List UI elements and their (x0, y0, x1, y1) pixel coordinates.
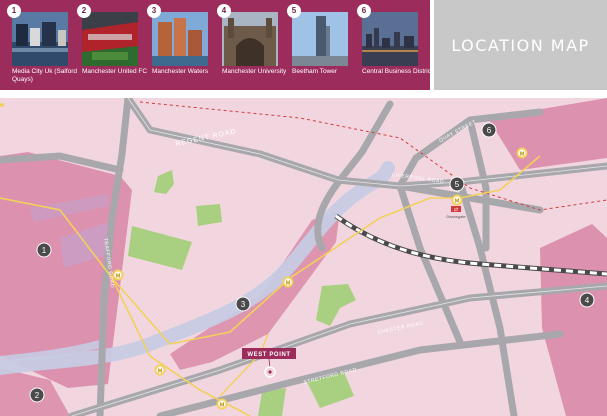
tram-stop-icon: M (112, 269, 124, 281)
tram-stop-icon: M (154, 364, 166, 376)
map-marker-4[interactable]: 4 (579, 292, 595, 308)
title-panel: LOCATION MAP (434, 0, 607, 90)
location-caption: Manchester University (222, 68, 287, 75)
location-strip: 1 Media City Uk (Salford Quays) 2 Manche… (0, 0, 433, 90)
map-marker-2[interactable]: 2 (29, 387, 45, 403)
west-point-label: WEST POINT (247, 352, 290, 358)
location-caption: Media City Uk (Salford Quays) (12, 68, 78, 83)
rail-station-glyph: ⇄ (454, 207, 458, 213)
tram-stop-glyph: M (158, 369, 163, 375)
tram-stop-glyph: M (455, 199, 460, 205)
location-caption: Manchester Waters (152, 68, 209, 75)
map-marker-number: 6 (487, 126, 492, 135)
station-label: Deansgate (446, 214, 466, 219)
map-marker-6[interactable]: 6 (481, 122, 497, 138)
tram-stop-icon: M (216, 398, 228, 410)
location-map: REGENT ROAD LIVERPOOL ROAD CHESTER ROAD … (0, 94, 607, 416)
tower-photo (292, 12, 348, 66)
tram-stop-icon: M (282, 276, 294, 288)
tram-stop-icon: M (516, 147, 528, 159)
map-marker-1[interactable]: 1 (36, 242, 52, 258)
location-number-badge: 6 (357, 4, 371, 18)
map-marker-number: 4 (585, 296, 590, 305)
university-photo (222, 12, 278, 66)
location-card-4[interactable]: 4 Manchester University (217, 4, 286, 86)
location-number-badge: 3 (147, 4, 161, 18)
location-card-3[interactable]: 3 Manchester Waters (147, 4, 210, 86)
media-city-photo (12, 12, 68, 66)
map-marker-number: 3 (241, 300, 246, 309)
tram-stop-glyph: M (520, 152, 525, 158)
tram-stop-icon: M (451, 194, 463, 206)
waters-photo (152, 12, 208, 66)
location-card-6[interactable]: 6 Central Business District (357, 4, 433, 86)
location-card-5[interactable]: 5 Beetham Tower (287, 4, 350, 86)
tram-stop-glyph: M (286, 281, 291, 287)
tram-stop-glyph: M (220, 403, 225, 409)
stadium-photo (82, 12, 138, 66)
map-edge-dot (0, 103, 4, 107)
city-skyline-photo (362, 12, 418, 66)
location-caption: Beetham Tower (292, 68, 338, 75)
location-number-badge: 4 (217, 4, 231, 18)
location-caption: Central Business District (362, 68, 433, 75)
location-card-2[interactable]: 2 Manchester United FC (77, 4, 147, 86)
tram-stop-glyph: M (116, 274, 121, 280)
location-number-badge: 5 (287, 4, 301, 18)
map-marker-5[interactable]: 5 (449, 176, 465, 192)
map-marker-number: 1 (42, 246, 47, 255)
map-marker-number: 5 (455, 180, 460, 189)
page-title: LOCATION MAP (451, 35, 590, 55)
location-card-1[interactable]: 1 Media City Uk (Salford Quays) (7, 4, 77, 86)
map-marker-3[interactable]: 3 (235, 296, 251, 312)
map-marker-number: 2 (35, 391, 40, 400)
location-caption: Manchester United FC (82, 68, 148, 75)
location-number-badge: 1 (7, 4, 21, 18)
map-canvas: REGENT ROAD LIVERPOOL ROAD CHESTER ROAD … (0, 94, 607, 416)
location-number-badge: 2 (77, 4, 91, 18)
